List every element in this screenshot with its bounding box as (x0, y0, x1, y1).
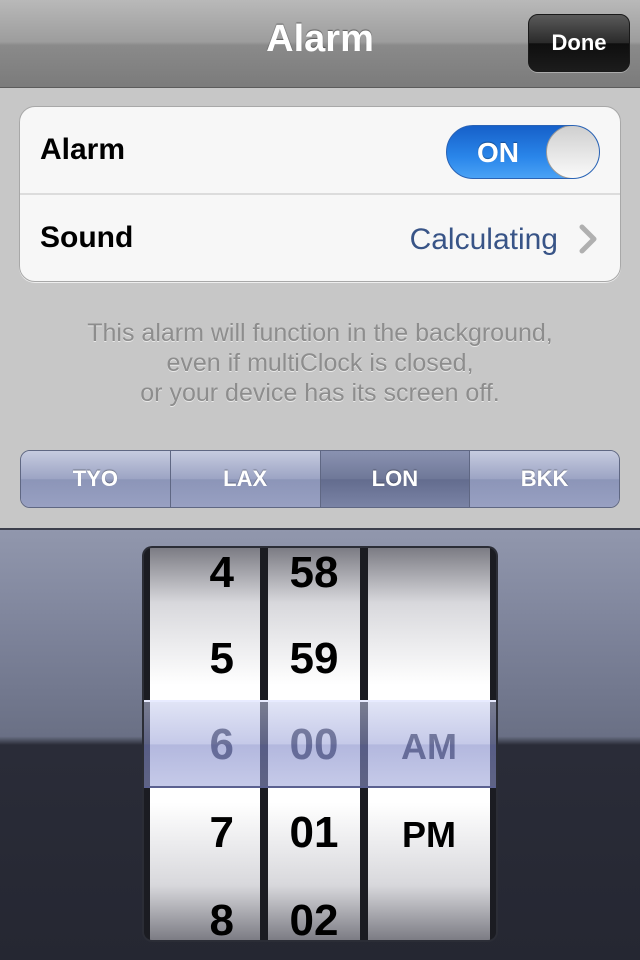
minute-wheel[interactable]: 58 59 00 01 02 (268, 548, 360, 940)
ampm-option-selected[interactable]: AM (368, 726, 490, 768)
settings-group: Alarm ON Sound Calculating (19, 106, 621, 282)
info-line: or your device has its screen off. (140, 379, 500, 407)
segment-bkk[interactable]: BKK (470, 451, 619, 507)
alarm-row: Alarm ON (20, 107, 620, 195)
done-button[interactable]: Done (528, 14, 630, 72)
sound-row[interactable]: Sound Calculating (20, 195, 620, 283)
segment-tyo[interactable]: TYO (21, 451, 171, 507)
background-info-text: This alarm will function in the backgrou… (0, 318, 640, 408)
toggle-state-text: ON (477, 137, 519, 168)
ampm-option[interactable]: PM (368, 814, 490, 856)
toggle-knob[interactable] (546, 126, 599, 178)
navigation-bar: Alarm Done (0, 0, 640, 88)
sound-label: Sound (40, 221, 134, 254)
alarm-toggle[interactable]: ON (446, 125, 600, 179)
hour-option[interactable]: 8 (150, 896, 260, 940)
info-line: even if multiClock is closed, (166, 349, 474, 377)
minute-option-selected[interactable]: 00 (268, 720, 360, 770)
hour-option[interactable]: 4 (150, 548, 260, 598)
hour-option[interactable]: 5 (150, 634, 260, 684)
time-picker: 4 5 6 7 8 58 59 00 01 02 AM PM (144, 548, 496, 940)
minute-option[interactable]: 59 (268, 634, 360, 684)
ampm-wheel[interactable]: AM PM (368, 548, 490, 940)
info-line: This alarm will function in the backgrou… (87, 319, 553, 347)
minute-option[interactable]: 01 (268, 808, 360, 858)
segment-lon[interactable]: LON (320, 451, 471, 507)
chevron-right-icon (579, 224, 597, 254)
hour-option-selected[interactable]: 6 (150, 720, 260, 770)
alarm-label: Alarm (40, 133, 126, 166)
minute-option[interactable]: 58 (268, 548, 360, 598)
sound-value: Calculating (409, 223, 558, 256)
minute-option[interactable]: 02 (268, 896, 360, 940)
city-segmented-control: TYO LAX LON BKK (20, 450, 620, 508)
hour-option[interactable]: 7 (150, 808, 260, 858)
hour-wheel[interactable]: 4 5 6 7 8 (150, 548, 260, 940)
segment-lax[interactable]: LAX (170, 451, 321, 507)
